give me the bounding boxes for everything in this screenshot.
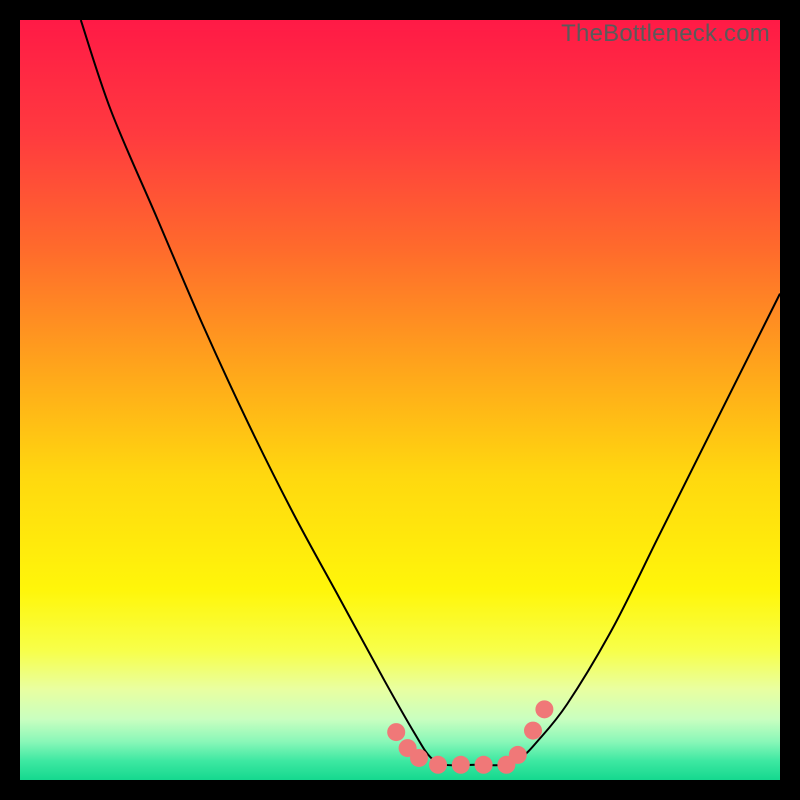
curve-marker <box>535 700 553 718</box>
curve-marker <box>410 749 428 767</box>
curve-marker <box>387 723 405 741</box>
curve-markers <box>387 700 553 773</box>
curve-marker <box>429 756 447 774</box>
watermark-text: TheBottleneck.com <box>561 20 770 48</box>
curve-marker <box>452 756 470 774</box>
curve-marker <box>509 746 527 764</box>
curve-marker <box>475 756 493 774</box>
curve-marker <box>524 722 542 740</box>
plot-frame: TheBottleneck.com <box>20 20 780 780</box>
curve-layer <box>20 20 780 780</box>
bottleneck-curve <box>81 20 780 765</box>
